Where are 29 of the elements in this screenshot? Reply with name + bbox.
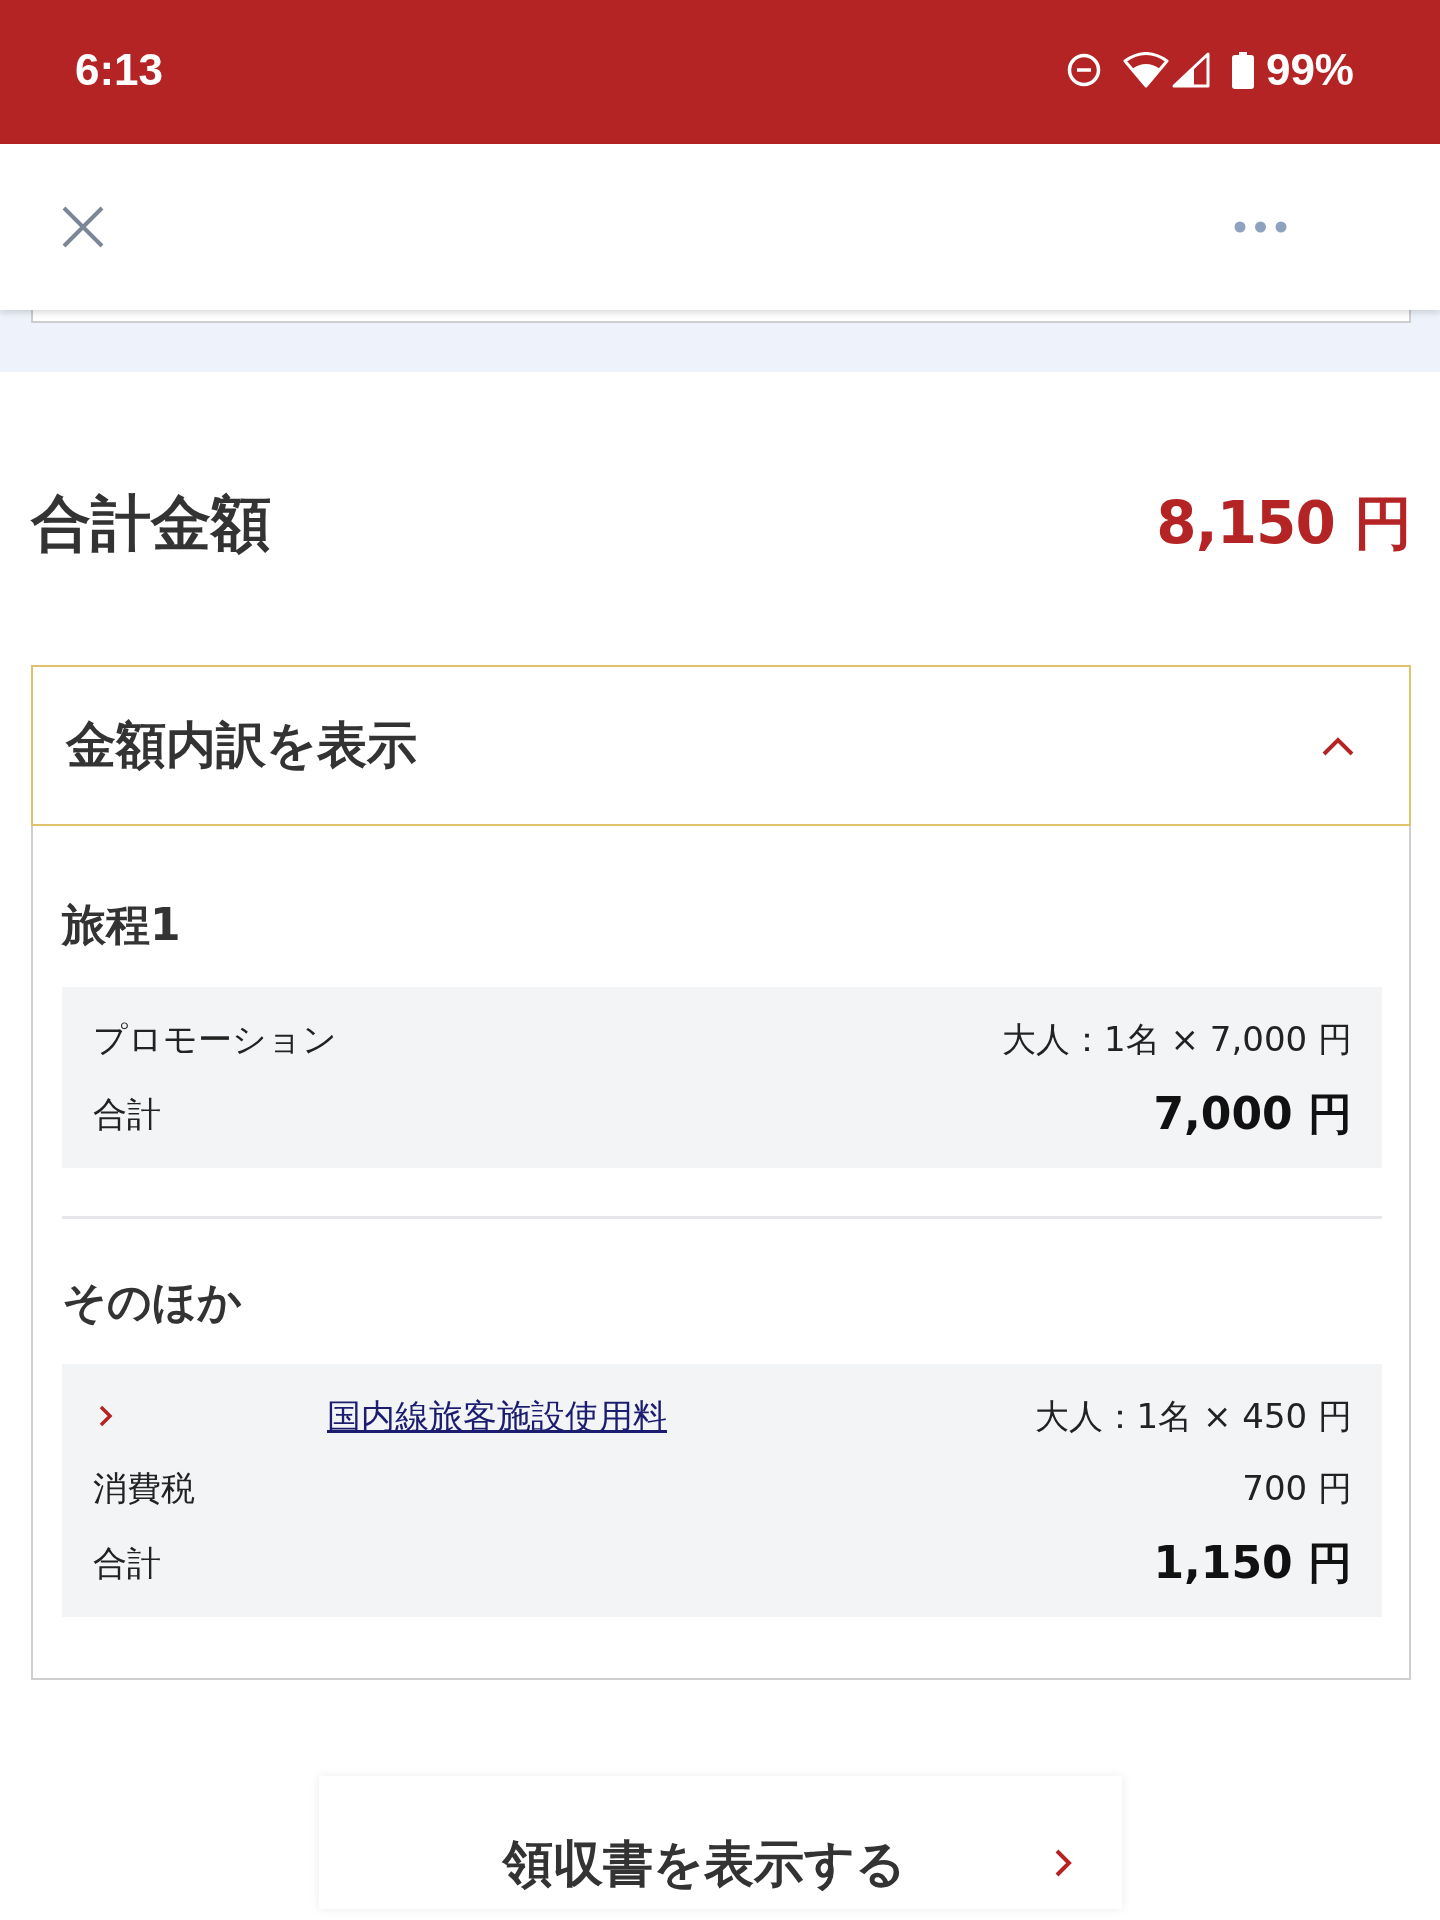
battery-percent: 99% [1265, 45, 1354, 95]
section-heading: そのほか [62, 1277, 243, 1327]
breakdown-toggle[interactable]: 金額内訳を表示 [31, 665, 1411, 826]
row-label: 消費税 [93, 1467, 195, 1510]
more-button[interactable] [1234, 221, 1287, 233]
total-label: 合計金額 [31, 490, 271, 556]
subtotal-amount: 1,150 円 [1153, 1536, 1352, 1590]
subtotal-label: 合計 [93, 1542, 161, 1585]
section-heading: 旅程1 [62, 900, 182, 950]
row-value: 大人：1名 × 7,000 円 [1002, 1018, 1352, 1061]
chevron-right-icon [98, 1404, 114, 1428]
chevron-up-icon [1321, 735, 1355, 756]
close-icon [62, 206, 104, 248]
close-button[interactable] [62, 206, 104, 248]
signal-icon [1171, 52, 1210, 88]
wifi-icon [1122, 52, 1169, 88]
row-label: プロモーション [93, 1018, 337, 1061]
battery-icon [1231, 51, 1254, 89]
subtotal-label: 合計 [93, 1093, 161, 1136]
chevron-right-icon [1053, 1848, 1074, 1878]
more-icon [1234, 221, 1287, 233]
row-value: 大人：1名 × 450 円 [1034, 1395, 1352, 1438]
row-value: 700 円 [1242, 1467, 1352, 1510]
minus-circle-icon [1066, 53, 1101, 87]
status-time: 6:13 [75, 45, 164, 95]
subtotal-amount: 7,000 円 [1153, 1087, 1352, 1141]
receipt-button[interactable]: 領収書を表示する [318, 1776, 1122, 1909]
total-amount: 8,150 円 [1156, 490, 1411, 556]
fee-link[interactable]: 国内線旅客施設使用料 [327, 1391, 667, 1441]
